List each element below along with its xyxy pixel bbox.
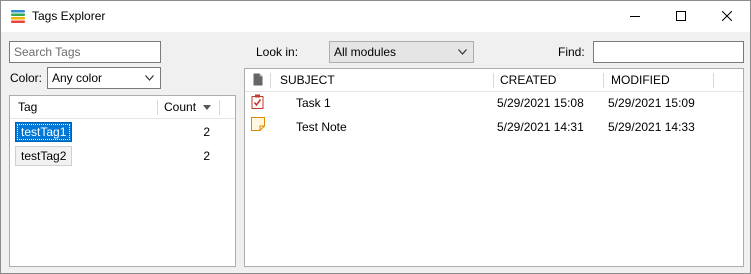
tag-name[interactable]: testTag2 (15, 146, 73, 166)
color-select-value: Any color (52, 71, 103, 85)
tag-name[interactable]: testTag1 (15, 122, 73, 142)
tag-count: 2 (203, 149, 210, 163)
window-title: Tags Explorer (32, 9, 106, 23)
item-subject: Task 1 (296, 96, 331, 110)
column-header-created[interactable]: CREATED (500, 69, 556, 91)
column-header-count[interactable]: Count (164, 96, 196, 118)
header-divider (10, 118, 235, 119)
app-tags-icon (11, 10, 25, 23)
minimize-button[interactable] (612, 1, 658, 31)
column-divider[interactable] (493, 73, 494, 88)
look-in-label: Look in: (256, 45, 299, 59)
table-row[interactable]: Test Note 5/29/2021 14:31 5/29/2021 14:3… (245, 114, 743, 137)
column-header-tag[interactable]: Tag (18, 96, 37, 118)
item-created: 5/29/2021 14:31 (497, 120, 584, 134)
document-type-icon (253, 73, 263, 86)
chevron-down-icon (458, 49, 467, 55)
minimize-icon (630, 16, 640, 17)
item-created: 5/29/2021 15:08 (497, 96, 584, 110)
item-modified: 5/29/2021 15:09 (608, 96, 695, 110)
column-divider[interactable] (219, 100, 220, 115)
column-divider[interactable] (270, 73, 271, 88)
maximize-icon (676, 11, 686, 21)
column-header-modified[interactable]: MODIFIED (611, 69, 670, 91)
tag-count: 2 (203, 125, 210, 139)
close-icon (722, 11, 732, 21)
table-row[interactable]: Task 1 5/29/2021 15:08 5/29/2021 15:09 (245, 91, 743, 114)
chevron-down-icon (145, 75, 154, 81)
task-icon (251, 94, 264, 109)
column-header-subject[interactable]: SUBJECT (280, 69, 335, 91)
tag-list: Tag Count testTag1 2 testTag2 2 (9, 95, 236, 267)
item-modified: 5/29/2021 14:33 (608, 120, 695, 134)
results-grid: SUBJECT CREATED MODIFIED Task 1 5/29/202… (244, 68, 744, 267)
look-in-select[interactable]: All modules (329, 41, 474, 63)
look-in-select-value: All modules (334, 45, 397, 59)
note-icon (251, 117, 265, 131)
column-divider[interactable] (157, 100, 158, 115)
tag-row[interactable]: testTag2 2 (10, 145, 235, 167)
tag-row[interactable]: testTag1 2 (10, 121, 235, 143)
column-divider[interactable] (603, 73, 604, 88)
tags-explorer-window: Tags Explorer Color: Any color Tag (0, 0, 751, 274)
find-label: Find: (558, 45, 585, 59)
color-select[interactable]: Any color (47, 67, 161, 89)
maximize-button[interactable] (658, 1, 704, 31)
search-tags-input[interactable] (9, 41, 161, 63)
find-input[interactable] (593, 41, 744, 63)
column-divider[interactable] (713, 73, 714, 88)
item-subject: Test Note (296, 120, 347, 134)
close-button[interactable] (704, 1, 750, 31)
sort-descending-icon (203, 105, 211, 110)
title-bar: Tags Explorer (1, 1, 750, 32)
color-label: Color: (10, 71, 43, 85)
